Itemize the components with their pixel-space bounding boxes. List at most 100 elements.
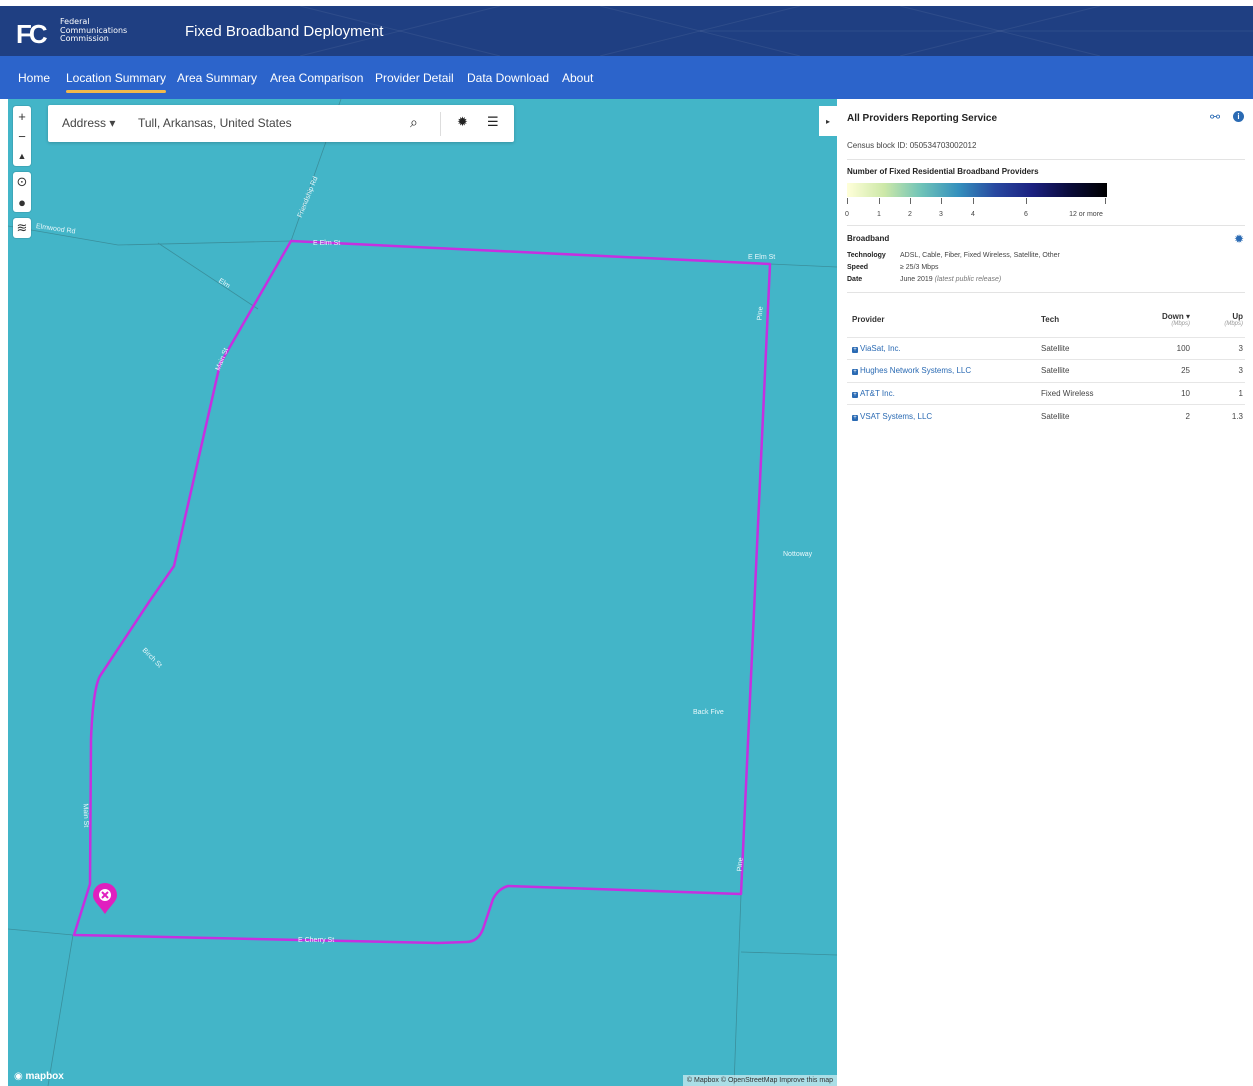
info-icon[interactable]: i: [1233, 111, 1244, 122]
road-label-pine-2: Pine: [736, 857, 745, 872]
legend-tick: [941, 198, 942, 204]
up-cell: 1: [1202, 381, 1245, 405]
provider-cell[interactable]: + Hughes Network Systems, LLC: [847, 359, 1036, 382]
map-attribution[interactable]: © Mapbox © OpenStreetMap Improve this ma…: [682, 1075, 837, 1086]
col-up-unit: (Mbps): [1224, 321, 1243, 328]
nav-area-comparison[interactable]: Area Comparison: [270, 71, 363, 85]
app-root: FC Federal Communications Commission Fix…: [0, 0, 1253, 1086]
speed-key: Speed: [847, 264, 869, 271]
table-header-row: Provider Tech Down ▾ (Mbps) Up (Mbps): [847, 303, 1245, 337]
speed-value: ≥ 25/3 Mbps: [900, 264, 939, 271]
provider-link[interactable]: VSAT Systems, LLC: [860, 412, 932, 421]
col-up[interactable]: Up (Mbps): [1202, 303, 1245, 337]
zoom-in-button[interactable]: +: [13, 106, 31, 126]
provider-count-legend-bar: [847, 183, 1107, 197]
legend-label: 4: [971, 211, 975, 218]
road-label-nottoway: Nottoway: [783, 551, 813, 558]
up-cell: 3: [1202, 359, 1245, 382]
nav-about[interactable]: About: [562, 71, 593, 85]
date-value-text: June 2019: [900, 276, 933, 283]
location-controls: ⊙ ●: [13, 172, 31, 212]
legend-label: 1: [877, 211, 881, 218]
nav-data-download[interactable]: Data Download: [467, 71, 549, 85]
map-view[interactable]: Friendship Rd Elmwood Rd E Elm St E Elm …: [8, 99, 837, 1086]
nav-area-summary[interactable]: Area Summary: [177, 71, 257, 85]
location-marker-icon: [93, 883, 117, 914]
date-key: Date: [847, 276, 863, 283]
provider-link[interactable]: AT&T Inc.: [860, 389, 895, 398]
nav-location-summary[interactable]: Location Summary: [66, 71, 167, 93]
col-tech[interactable]: Tech: [1036, 303, 1136, 337]
compass-button[interactable]: ▲: [13, 146, 31, 166]
expand-icon[interactable]: +: [852, 391, 858, 398]
provider-link[interactable]: Hughes Network Systems, LLC: [860, 366, 971, 375]
table-row: + Hughes Network Systems, LLC Satellite 2…: [847, 359, 1245, 382]
mapbox-logo[interactable]: ◉ mapbox: [14, 1071, 64, 1082]
zoom-controls: + − ▲: [13, 106, 31, 166]
expand-icon[interactable]: +: [852, 414, 858, 421]
app-title: Fixed Broadband Deployment: [185, 23, 384, 40]
nav-home[interactable]: Home: [18, 71, 50, 85]
road-label-e-elm-st-2: E Elm St: [748, 254, 776, 261]
locate-me-icon[interactable]: ⊙: [13, 172, 31, 192]
up-cell: 3: [1202, 336, 1245, 360]
broadband-title: Broadband: [847, 234, 890, 243]
down-cell: 10: [1136, 381, 1202, 405]
legend-label: 3: [939, 211, 943, 218]
search-input[interactable]: [138, 113, 398, 133]
road-label-pine-1: Pine: [756, 306, 765, 321]
provider-cell[interactable]: + AT&T Inc.: [847, 381, 1036, 405]
panel-toggle-button[interactable]: ▸: [819, 106, 837, 136]
divider: [847, 225, 1245, 226]
globe-icon[interactable]: ●: [13, 192, 31, 212]
legend-tick: [847, 198, 848, 204]
divider: [847, 159, 1245, 160]
tech-cell: Satellite: [1036, 336, 1136, 360]
nav-provider-detail[interactable]: Provider Detail: [375, 71, 454, 85]
legend-tick: [1026, 198, 1027, 204]
gear-icon[interactable]: ✹: [457, 114, 468, 130]
provider-cell[interactable]: + ViaSat, Inc.: [847, 336, 1036, 360]
legend-label: 6: [1024, 211, 1028, 218]
provider-cell[interactable]: + VSAT Systems, LLC: [847, 404, 1036, 427]
divider: [847, 292, 1245, 293]
app-header: FC Federal Communications Commission Fix…: [0, 6, 1253, 56]
table-row: + ViaSat, Inc. Satellite 100 3: [847, 336, 1245, 360]
search-type-dropdown[interactable]: Address ▾: [62, 116, 115, 130]
expand-icon[interactable]: +: [852, 346, 858, 353]
layers-icon[interactable]: ≋: [13, 218, 31, 238]
settings-gear-icon[interactable]: ✹: [1234, 232, 1244, 246]
search-icon[interactable]: ⌕: [410, 114, 418, 131]
col-down-label: Down: [1161, 312, 1184, 322]
filter-sliders-icon[interactable]: ☰: [487, 114, 499, 130]
legend-title: Number of Fixed Residential Broadband Pr…: [847, 167, 1039, 176]
main-nav: Home Location Summary Area Summary Area …: [0, 56, 1253, 99]
road-label-back-five: Back Five: [693, 709, 724, 716]
road-label-main-st-2: Main St: [81, 803, 90, 828]
col-up-label: Up: [1232, 312, 1243, 322]
provider-link[interactable]: ViaSat, Inc.: [860, 344, 901, 353]
search-divider: [440, 112, 441, 136]
expand-icon[interactable]: +: [852, 369, 858, 376]
col-down[interactable]: Down ▾ (Mbps): [1136, 303, 1202, 337]
census-block-id: Census block ID: 050534703002012: [847, 141, 977, 150]
road-label-e-elm-st-1: E Elm St: [313, 240, 341, 247]
down-cell: 2: [1136, 404, 1202, 427]
providers-table: Provider Tech Down ▾ (Mbps) Up (Mbps) + Via…: [847, 303, 1245, 427]
search-type-label: Address: [62, 116, 107, 130]
census-block-boundary: [72, 239, 772, 945]
technology-value: ADSL, Cable, Fiber, Fixed Wireless, Sate…: [900, 252, 1060, 259]
link-icon[interactable]: ⚯: [1210, 110, 1220, 124]
legend-label: 0: [845, 211, 849, 218]
tech-cell: Fixed Wireless: [1036, 381, 1136, 405]
col-down-unit: (Mbps): [1171, 321, 1190, 328]
legend-tick: [1105, 198, 1106, 204]
location-summary-panel: All Providers Reporting Service ⚯ i Cens…: [837, 99, 1253, 1086]
sort-desc-icon: ▾: [1185, 312, 1190, 322]
col-provider[interactable]: Provider: [847, 303, 1036, 337]
tech-cell: Satellite: [1036, 404, 1136, 427]
up-cell: 1.3: [1202, 404, 1245, 427]
zoom-out-button[interactable]: −: [13, 126, 31, 146]
down-cell: 100: [1136, 336, 1202, 360]
fcc-logo[interactable]: FC: [16, 19, 48, 50]
